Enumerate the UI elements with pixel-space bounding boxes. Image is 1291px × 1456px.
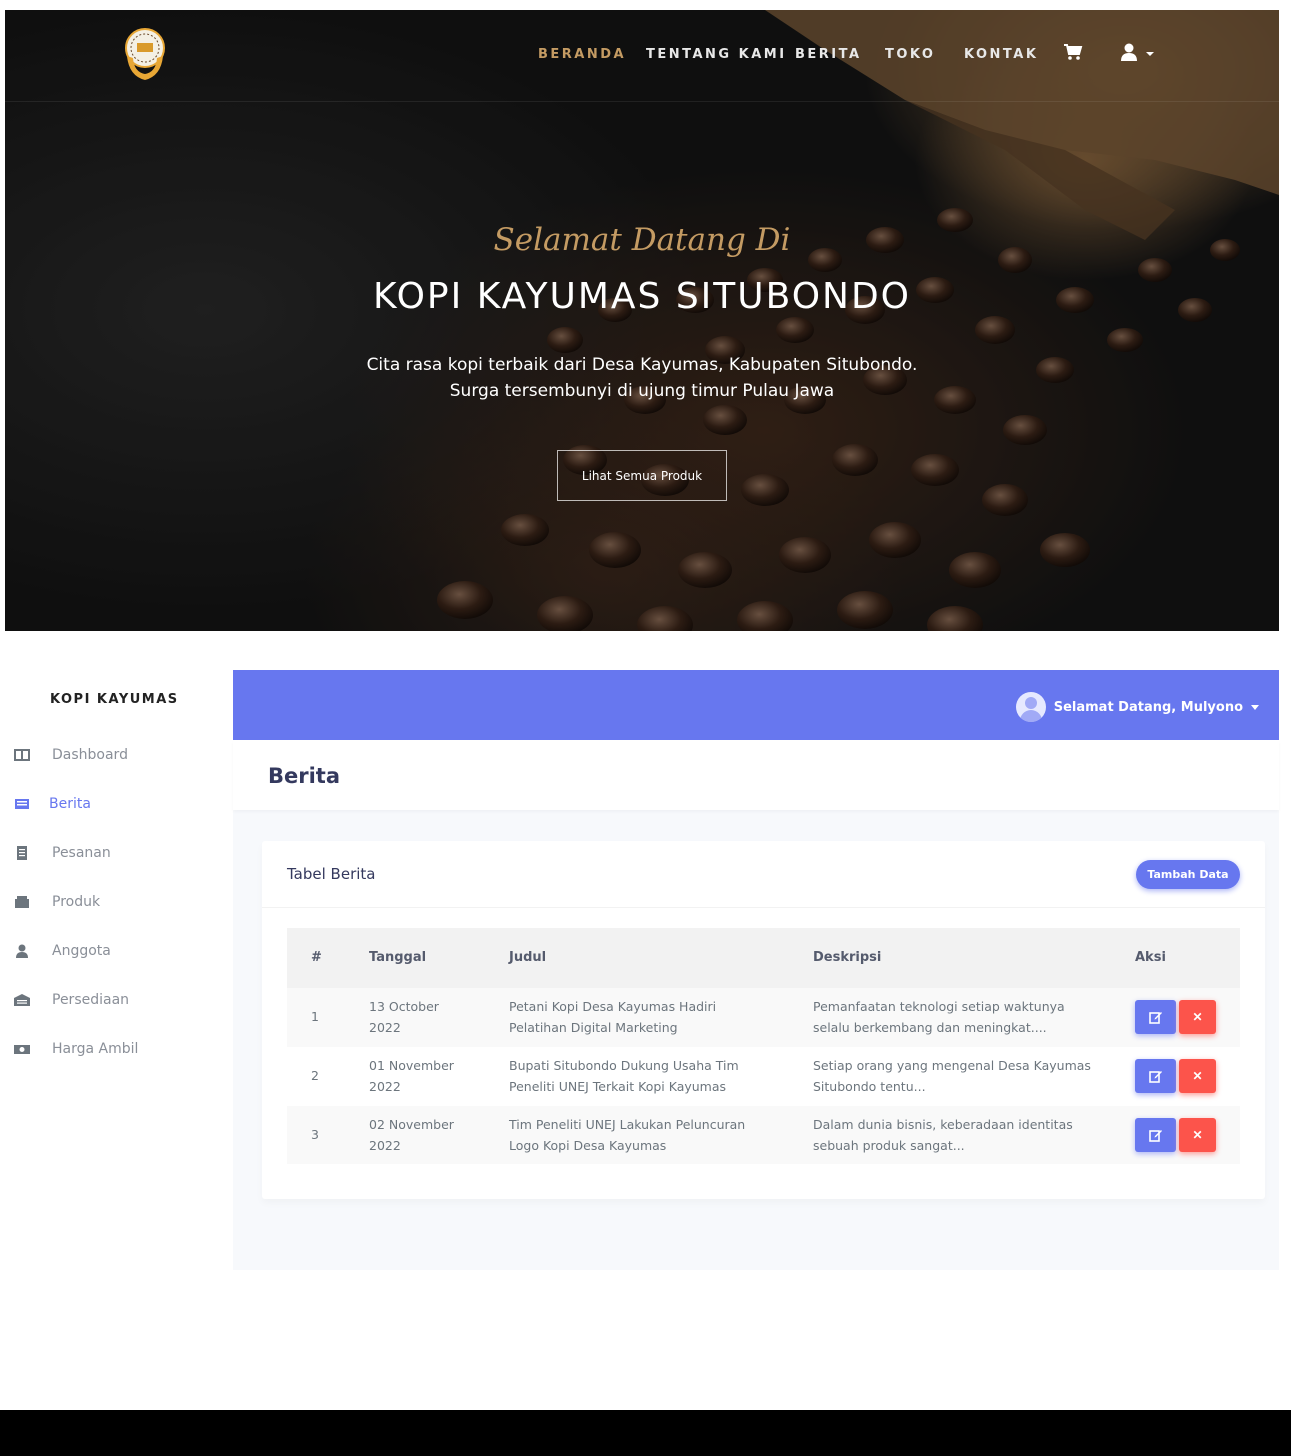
hero-subtitle-line1: Cita rasa kopi terbaik dari Desa Kayumas… <box>366 355 918 375</box>
row-description: Setiap orang yang mengenal Desa Kayumas S… <box>813 1058 1091 1094</box>
sidebar-item-dashboard[interactable]: Dashboard <box>5 740 233 770</box>
edit-icon <box>1148 1012 1162 1024</box>
admin-panel: KOPI KAYUMAS Dashboard Berita Pesanan Pr… <box>5 670 1279 1292</box>
sidebar-brand[interactable]: KOPI KAYUMAS <box>50 692 179 707</box>
row-title: Petani Kopi Desa Kayumas Hadiri Pelatihan… <box>509 999 717 1035</box>
caret-down-icon <box>1251 704 1259 710</box>
user-menu[interactable]: Selamat Datang, Mulyono <box>1015 692 1259 722</box>
sidebar-item-pesanan[interactable]: Pesanan <box>5 838 233 868</box>
row-title: Tim Peneliti UNEJ Lakukan Peluncuran Logo… <box>509 1117 746 1153</box>
table-row: 1 13 October 2022 Petani Kopi Desa Kayuma… <box>287 988 1240 1047</box>
delete-button[interactable]: ✕ <box>1179 1000 1216 1034</box>
sidebar-item-label: Anggota <box>52 943 111 959</box>
row-date: 02 November 2022 <box>369 1117 454 1153</box>
nav-beranda[interactable]: BERANDA <box>538 47 626 62</box>
row-date: 01 November 2022 <box>369 1058 454 1094</box>
card-header: Tabel Berita Tambah Data <box>262 841 1265 908</box>
sidebar-item-label: Berita <box>49 796 91 812</box>
hero-overlay <box>5 10 1279 631</box>
main-content: Berita Tabel Berita Tambah Data # Tangga… <box>233 740 1279 1270</box>
user-greeting: Selamat Datang, Mulyono <box>1053 699 1243 715</box>
edit-button[interactable] <box>1135 1000 1176 1034</box>
hero-title: KOPI KAYUMAS SITUBONDO <box>372 276 912 317</box>
nav-tentang-kami[interactable]: TENTANG KAMI <box>646 47 787 62</box>
nav-toko[interactable]: TOKO <box>885 47 935 62</box>
row-description: Dalam dunia bisnis, keberadaan identitas… <box>813 1117 1073 1153</box>
sidebar-item-label: Pesanan <box>52 845 111 861</box>
bottom-black-bar <box>0 1410 1291 1456</box>
admin-topbar: Selamat Datang, Mulyono <box>233 670 1279 740</box>
warehouse-icon <box>14 994 30 1006</box>
sidebar-item-harga-ambil[interactable]: Harga Ambil <box>5 1034 233 1064</box>
sidebar-item-label: Dashboard <box>52 747 128 763</box>
section-header: Berita <box>233 740 1279 810</box>
hero-welcome-script: Selamat Datang Di <box>493 222 791 258</box>
hero-subtitle: Cita rasa kopi terbaik dari Desa Kayumas… <box>5 352 1279 404</box>
row-number: 1 <box>311 1009 319 1024</box>
delete-button[interactable]: ✕ <box>1179 1118 1216 1152</box>
hero-subtitle-line2: Surga tersembunyi di ujung timur Pulau J… <box>449 381 835 401</box>
close-icon: ✕ <box>1192 1010 1203 1024</box>
sidebar-item-produk[interactable]: Produk <box>5 887 233 917</box>
top-navbar: BERANDA TENTANG KAMI BERITA TOKO KONTAK <box>5 10 1279 102</box>
row-title: Bupati Situbondo Dukung Usaha Tim Penelit… <box>509 1058 739 1094</box>
edit-icon <box>1148 1130 1162 1142</box>
nav-kontak[interactable]: KONTAK <box>964 47 1038 62</box>
money-icon <box>14 1045 30 1054</box>
user-icon[interactable] <box>1121 43 1157 61</box>
row-number: 3 <box>311 1127 319 1142</box>
header-deskripsi: Deskripsi <box>813 950 882 965</box>
sidebar-item-label: Produk <box>52 894 101 910</box>
add-data-button[interactable]: Tambah Data <box>1136 860 1240 889</box>
sidebar-item-anggota[interactable]: Anggota <box>5 936 233 966</box>
document-icon <box>17 846 27 860</box>
news-table-card: Tabel Berita Tambah Data # Tanggal Judul… <box>262 841 1265 1199</box>
avatar <box>1015 692 1046 722</box>
edit-icon <box>1148 1071 1162 1083</box>
header-aksi: Aksi <box>1135 950 1166 965</box>
sidebar-item-persediaan[interactable]: Persediaan <box>5 985 233 1015</box>
close-icon: ✕ <box>1192 1128 1203 1142</box>
edit-button[interactable] <box>1135 1059 1176 1093</box>
sidebar-item-label: Harga Ambil <box>52 1041 139 1057</box>
header-tanggal: Tanggal <box>369 950 427 965</box>
edit-button[interactable] <box>1135 1118 1176 1152</box>
columns-icon <box>14 749 30 761</box>
row-description: Pemanfaatan teknologi setiap waktunya sel… <box>813 999 1065 1035</box>
hero-section: BERANDA TENTANG KAMI BERITA TOKO KONTAK … <box>5 10 1279 631</box>
box-icon <box>15 896 29 908</box>
cart-icon[interactable] <box>1063 43 1083 61</box>
header-number: # <box>311 950 322 965</box>
table-row: 3 02 November 2022 Tim Peneliti UNEJ Laku… <box>287 1106 1240 1164</box>
delete-button[interactable]: ✕ <box>1179 1059 1216 1093</box>
newspaper-icon <box>15 799 29 809</box>
view-all-products-button[interactable]: Lihat Semua Produk <box>557 450 727 501</box>
sidebar-item-berita[interactable]: Berita <box>5 789 233 819</box>
sidebar: KOPI KAYUMAS Dashboard Berita Pesanan Pr… <box>5 670 233 1292</box>
header-judul: Judul <box>509 950 547 965</box>
user-icon <box>16 944 28 958</box>
caret-down-icon <box>1146 52 1154 56</box>
row-date: 13 October 2022 <box>369 999 439 1035</box>
close-icon: ✕ <box>1192 1069 1203 1083</box>
table-header-row: # Tanggal Judul Deskripsi Aksi <box>287 928 1240 988</box>
nav-berita[interactable]: BERITA <box>795 47 862 62</box>
card-title: Tabel Berita <box>287 865 376 883</box>
sidebar-item-label: Persediaan <box>52 992 130 1008</box>
table-row: 2 01 November 2022 Bupati Situbondo Dukun… <box>287 1047 1240 1106</box>
row-number: 2 <box>311 1068 319 1083</box>
page-title: Berita <box>268 764 341 788</box>
logo[interactable] <box>123 26 167 82</box>
